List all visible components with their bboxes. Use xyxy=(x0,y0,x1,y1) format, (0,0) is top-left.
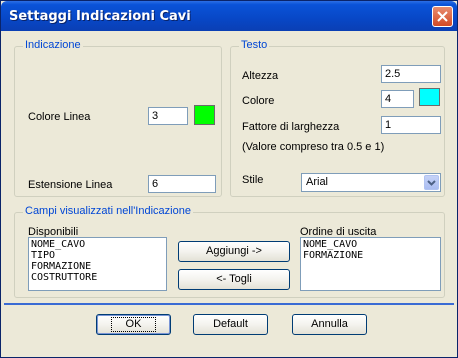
ok-label: OK xyxy=(110,317,157,332)
colore-linea-swatch[interactable] xyxy=(194,105,215,125)
list-item[interactable]: FORMAZIONE xyxy=(31,261,164,272)
altezza-label: Altezza xyxy=(242,70,279,82)
list-item[interactable]: FORMAZIONE xyxy=(303,250,438,261)
annulla-button[interactable]: Annulla xyxy=(292,314,367,335)
stile-selected-value: Arial xyxy=(306,176,329,188)
default-button[interactable]: Default xyxy=(193,314,268,335)
fattore-hint: (Valore compreso tra 0.5 e 1) xyxy=(242,141,385,153)
estensione-linea-label: Estensione Linea xyxy=(28,179,113,191)
estensione-linea-input[interactable]: 6 xyxy=(148,175,216,193)
list-item[interactable]: COSTRUTTORE xyxy=(31,272,164,283)
list-item[interactable]: TIPO xyxy=(31,250,164,261)
colore-linea-input[interactable]: 3 xyxy=(148,107,188,125)
list-item[interactable]: NOME_CAVO xyxy=(31,239,164,250)
indicazione-legend: Indicazione xyxy=(23,39,83,51)
footer-separator xyxy=(4,303,454,305)
colore-testo-input[interactable]: 4 xyxy=(381,90,414,108)
fattore-input[interactable]: 1 xyxy=(381,116,441,134)
colore-testo-swatch[interactable] xyxy=(419,88,440,106)
window-title: Settaggi Indicazioni Cavi xyxy=(9,9,191,24)
fattore-label: Fattore di larghezza xyxy=(242,121,340,133)
dropdown-arrow-button[interactable] xyxy=(424,175,439,190)
title-bar[interactable]: Settaggi Indicazioni Cavi xyxy=(1,1,457,31)
stile-label: Stile xyxy=(242,174,264,186)
dialog-window: Settaggi Indicazioni Cavi Indicazione Co… xyxy=(0,0,458,358)
altezza-input[interactable]: 2.5 xyxy=(381,65,441,83)
aggiungi-button[interactable]: Aggiungi -> xyxy=(178,241,290,262)
ordine-listbox[interactable]: NOME_CAVO FORMAZIONE xyxy=(300,237,441,291)
close-button[interactable] xyxy=(432,6,453,27)
campi-legend: Campi visualizzati nell'Indicazione xyxy=(23,205,193,217)
colore-linea-label: Colore Linea xyxy=(28,111,91,123)
chevron-down-icon xyxy=(427,180,436,186)
close-icon xyxy=(437,11,448,22)
togli-button[interactable]: <- Togli xyxy=(178,269,290,290)
colore-testo-label: Colore xyxy=(242,95,275,107)
disponibili-listbox[interactable]: NOME_CAVO TIPO FORMAZIONE COSTRUTTORE xyxy=(28,237,167,291)
ok-button[interactable]: OK xyxy=(96,314,171,335)
testo-legend: Testo xyxy=(239,39,270,51)
stile-select[interactable]: Arial xyxy=(301,173,441,192)
list-item[interactable]: NOME_CAVO xyxy=(303,239,438,250)
